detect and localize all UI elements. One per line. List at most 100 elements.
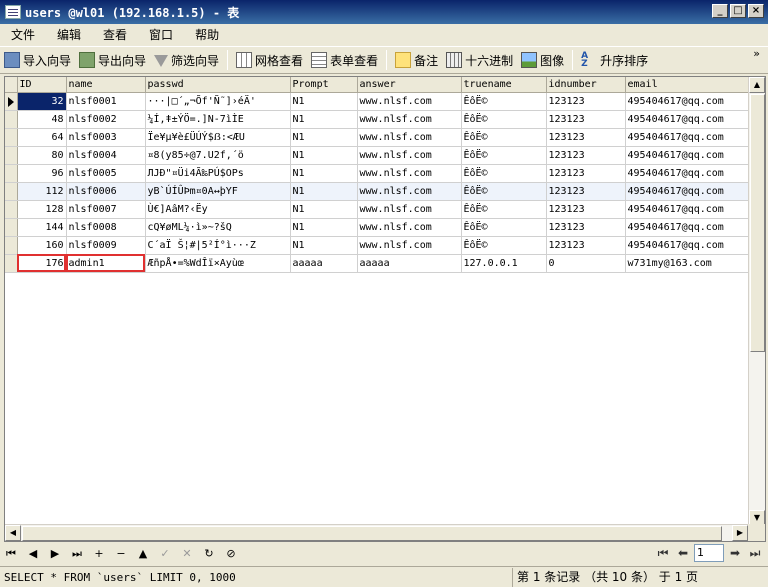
cell-name[interactable]: nlsf0005 — [66, 164, 146, 183]
cell-answer[interactable]: www.nlsf.com — [357, 164, 462, 183]
cell-idnumber[interactable]: 123123 — [546, 146, 626, 165]
column-header-id[interactable]: ID — [17, 77, 67, 93]
cell-email[interactable]: 495404617@qq.com — [625, 236, 751, 255]
row-indicator[interactable] — [5, 164, 18, 183]
cell-truename[interactable]: ÊôË© — [461, 182, 547, 201]
cell-idnumber[interactable]: 123123 — [546, 110, 626, 129]
cell-id[interactable]: 64 — [17, 128, 67, 147]
cell-answer[interactable]: www.nlsf.com — [357, 236, 462, 255]
column-header-passwd[interactable]: passwd — [145, 77, 291, 93]
maximize-button[interactable]: □ — [730, 4, 746, 18]
table-row[interactable]: 80 nlsf0004 ¤8(y85÷@7.U2f,´ö N1 www.nlsf.com… — [5, 146, 751, 165]
note-button[interactable]: 备注 — [391, 48, 442, 72]
row-indicator[interactable] — [5, 146, 18, 165]
cell-truename[interactable]: ÊôË© — [461, 218, 547, 237]
refresh-button[interactable]: ↻ — [198, 545, 220, 563]
table-row[interactable]: 112 nlsf0006 yB`ÚÍÛÞm¤0A↔þYF N1 www.nlsf.com… — [5, 182, 751, 201]
horizontal-scroll-thumb[interactable] — [22, 526, 722, 541]
cell-idnumber[interactable]: 123123 — [546, 92, 626, 111]
cell-answer[interactable]: aaaaa — [357, 254, 462, 273]
cell-idnumber[interactable]: 123123 — [546, 218, 626, 237]
cell-idnumber[interactable]: 123123 — [546, 182, 626, 201]
cell-truename[interactable]: ÊôË© — [461, 200, 547, 219]
cell-passwd[interactable]: cQ¥øML¼·ì»~?šQ — [145, 218, 291, 237]
menu-help[interactable]: 帮助 — [184, 26, 230, 43]
filter-wizard-button[interactable]: 筛选向导 — [150, 48, 223, 72]
page-number-input[interactable]: 1 — [694, 544, 724, 562]
grid-view-button[interactable]: 网格查看 — [232, 48, 307, 72]
apply-changes-button[interactable]: ✓ — [154, 545, 176, 563]
cell-id[interactable]: 80 — [17, 146, 67, 165]
stop-button[interactable]: ⊘ — [220, 545, 242, 563]
cell-name[interactable]: nlsf0006 — [66, 182, 146, 201]
column-header-name[interactable]: name — [66, 77, 146, 93]
cancel-changes-button[interactable]: ✕ — [176, 545, 198, 563]
cell-email[interactable]: 495404617@qq.com — [625, 182, 751, 201]
toolbar-overflow-button[interactable]: » — [753, 48, 760, 59]
column-header-truename[interactable]: truename — [461, 77, 547, 93]
cell-id[interactable]: 96 — [17, 164, 67, 183]
last-record-button[interactable]: ⏭ — [66, 545, 88, 563]
cell-prompt[interactable]: N1 — [290, 218, 358, 237]
horizontal-scrollbar[interactable]: ◀ ▶ — [5, 524, 748, 541]
vertical-scroll-thumb[interactable] — [750, 94, 765, 352]
cell-answer[interactable]: www.nlsf.com — [357, 146, 462, 165]
scroll-right-button[interactable]: ▶ — [732, 525, 748, 541]
cell-email[interactable]: 495404617@qq.com — [625, 164, 751, 183]
menu-window[interactable]: 窗口 — [138, 26, 184, 43]
cell-name[interactable]: nlsf0004 — [66, 146, 146, 165]
export-wizard-button[interactable]: 导出向导 — [75, 48, 150, 72]
cell-name[interactable]: nlsf0007 — [66, 200, 146, 219]
cell-passwd[interactable]: C´aÏ Š¦#|5²Í°ì···Z — [145, 236, 291, 255]
prev-page-button[interactable]: ⬅ — [674, 544, 692, 562]
cell-id[interactable]: 128 — [17, 200, 67, 219]
cell-passwd[interactable]: ¤8(y85÷@7.U2f,´ö — [145, 146, 291, 165]
menu-view[interactable]: 查看 — [92, 26, 138, 43]
row-indicator[interactable] — [5, 254, 18, 273]
row-indicator[interactable] — [5, 200, 18, 219]
cell-prompt[interactable]: N1 — [290, 164, 358, 183]
cell-idnumber[interactable]: 0 — [546, 254, 626, 273]
cell-name[interactable]: nlsf0003 — [66, 128, 146, 147]
cell-idnumber[interactable]: 123123 — [546, 236, 626, 255]
cell-email[interactable]: 495404617@qq.com — [625, 128, 751, 147]
cell-truename[interactable]: ÊôË© — [461, 146, 547, 165]
data-grid[interactable]: ID name passwd Prompt answer truename id… — [4, 76, 766, 542]
cell-email[interactable]: 495404617@qq.com — [625, 218, 751, 237]
row-indicator[interactable] — [5, 218, 18, 237]
cell-passwd[interactable]: yB`ÚÍÛÞm¤0A↔þYF — [145, 182, 291, 201]
cell-prompt[interactable]: N1 — [290, 128, 358, 147]
column-header-prompt[interactable]: Prompt — [290, 77, 358, 93]
cell-answer[interactable]: www.nlsf.com — [357, 218, 462, 237]
cell-name[interactable]: nlsf0002 — [66, 110, 146, 129]
cell-answer[interactable]: www.nlsf.com — [357, 110, 462, 129]
cell-prompt[interactable]: N1 — [290, 236, 358, 255]
cell-email[interactable]: 495404617@qq.com — [625, 110, 751, 129]
next-page-button[interactable]: ➡ — [726, 544, 744, 562]
cell-prompt[interactable]: N1 — [290, 182, 358, 201]
image-button[interactable]: 图像 — [517, 48, 568, 72]
first-record-button[interactable]: ⏮ — [0, 545, 22, 563]
close-button[interactable]: × — [748, 4, 764, 18]
cell-idnumber[interactable]: 123123 — [546, 128, 626, 147]
cell-email[interactable]: 495404617@qq.com — [625, 146, 751, 165]
table-row[interactable]: 160 nlsf0009 C´aÏ Š¦#|5²Í°ì···Z N1 www.nlsf.… — [5, 236, 751, 255]
cell-id[interactable]: 48 — [17, 110, 67, 129]
cell-passwd[interactable]: Ïe¥µ¥è£ÜÚÝ$ẞ:<ÆU — [145, 128, 291, 147]
cell-answer[interactable]: www.nlsf.com — [357, 200, 462, 219]
up-button[interactable]: ▲ — [132, 545, 154, 563]
table-row[interactable]: 96 nlsf0005 ЛJÐ"¤Üi4Ã‰PÚ$OPs N1 www.nlsf.com… — [5, 164, 751, 183]
next-record-button[interactable]: ▶ — [44, 545, 66, 563]
cell-passwd[interactable]: ···|□´„¬Õf'Ñ˜]›éÄ' — [145, 92, 291, 111]
form-view-button[interactable]: 表单查看 — [307, 48, 382, 72]
prev-record-button[interactable]: ◀ — [22, 545, 44, 563]
cell-prompt[interactable]: N1 — [290, 92, 358, 111]
cell-prompt[interactable]: aaaaa — [290, 254, 358, 273]
sort-ascending-button[interactable]: A Z 升序排序 — [577, 48, 652, 72]
table-row[interactable]: 48 nlsf0002 ¼Í,ǂ±ÝÖ=.]N-7ìÌE N1 www.nlsf.com… — [5, 110, 751, 129]
cell-passwd[interactable]: ЛJÐ"¤Üi4Ã‰PÚ$OPs — [145, 164, 291, 183]
cell-id[interactable]: 160 — [17, 236, 67, 255]
row-indicator[interactable] — [5, 236, 18, 255]
cell-email[interactable]: 495404617@qq.com — [625, 92, 751, 111]
scroll-up-button[interactable]: ▲ — [749, 77, 765, 93]
